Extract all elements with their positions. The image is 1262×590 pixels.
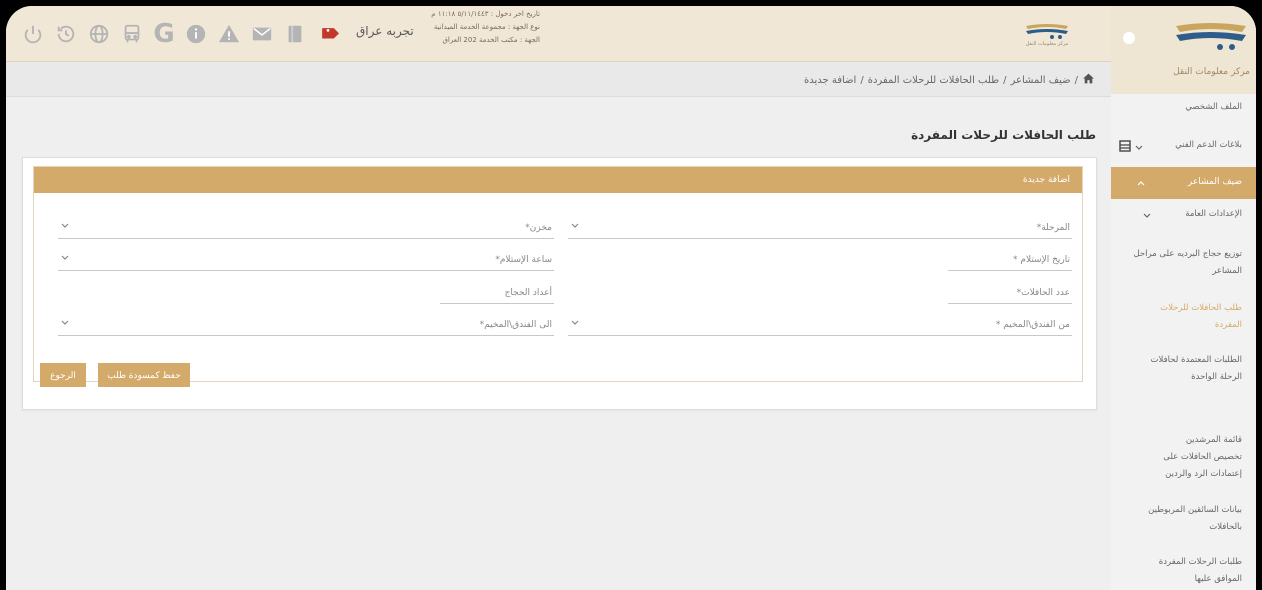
globe-icon[interactable] [84, 20, 114, 48]
sidebar-item-support[interactable]: بلاغات الدعم الفني [1175, 137, 1242, 154]
chevron-down-icon[interactable] [1142, 211, 1152, 221]
receive-date-input[interactable]: تاريخ الإستلام * [948, 251, 1072, 271]
stage-select[interactable]: المرحلة* [568, 219, 1072, 239]
sidebar-item-approved-trips[interactable]: طلبات الرحلات المفردة الموافق عليها [1132, 554, 1242, 588]
home-icon[interactable] [1082, 72, 1095, 88]
bus-icon[interactable] [117, 20, 147, 48]
breadcrumb-sep: / [860, 74, 864, 86]
form-panel: اضافة جديدة المرحلة* مخزن* تاريخ الإستلا… [33, 166, 1083, 387]
sidebar-item-mashaer-guest[interactable]: ضيف المشاعر [1111, 167, 1256, 199]
google-icon[interactable]: G [150, 19, 178, 49]
header-logo-caption: مركز معلومات النقل [1025, 41, 1069, 47]
bus-count-label: عدد الحافلات* [1016, 288, 1070, 298]
receive-date-label: تاريخ الإستلام * [1013, 255, 1070, 265]
history-icon[interactable] [51, 20, 81, 48]
sidebar-item-bus-allocation[interactable]: تخصيص الحافلات على إعتمادات الرد والردين [1132, 449, 1242, 483]
chevron-down-icon[interactable] [1134, 143, 1144, 153]
list-icon[interactable] [1119, 140, 1131, 152]
breadcrumb-sep: / [1074, 74, 1078, 86]
from-hotel-label: من الفندق\المخيم * [995, 320, 1070, 330]
pilgrims-count-input[interactable]: أعداد الحجاج [440, 284, 554, 304]
sidebar-item-label: ضيف المشاعر [1187, 177, 1242, 187]
sidebar-item-bus-requests[interactable]: طلب الحافلات للرحلات المفردة [1132, 300, 1242, 334]
breadcrumb-item[interactable]: ضيف المشاعر [1011, 75, 1071, 86]
warning-icon[interactable] [214, 20, 244, 48]
logo-icon [1176, 23, 1246, 50]
pilgrims-count-label: أعداد الحجاج [504, 288, 552, 298]
header-logo: مركز معلومات النقل [1022, 22, 1072, 50]
mail-icon[interactable] [247, 20, 277, 48]
form-section-title: اضافة جديدة [34, 167, 1082, 193]
last-login: تاريخ اخر دخول : ٥/١١/١٤٤٣ ١١:١٨ م [431, 10, 540, 18]
sidebar-item-distribution[interactable]: توزيع حجاج البرديه على مراحل المشاعر [1130, 246, 1242, 280]
chevron-down-icon [61, 223, 69, 228]
chevron-down-icon [571, 320, 579, 325]
bus-count-input[interactable]: عدد الحافلات* [948, 284, 1072, 304]
breadcrumb-item[interactable]: طلب الحافلات للرحلات المفردة [868, 75, 999, 86]
warehouse-select[interactable]: مخزن* [58, 219, 554, 239]
entity-name: الجهة : مكتب الخدمة 202 العراق [442, 36, 540, 44]
sidebar-item-profile[interactable]: الملف الشخصي [1185, 99, 1242, 116]
sidebar: مركز معلومات النقل الملف الشخصي بلاغات ا… [1111, 6, 1256, 590]
info-icon[interactable] [181, 20, 211, 48]
stage-label: المرحلة* [1036, 223, 1070, 233]
header-icons: G [18, 19, 346, 49]
sidebar-logo: مركز معلومات النقل [1111, 6, 1256, 94]
chevron-down-icon [571, 223, 579, 228]
power-icon[interactable] [18, 20, 48, 48]
to-hotel-select[interactable]: الى الفندق\المخيم* [58, 316, 554, 336]
breadcrumb-item: اضافة جديدة [803, 74, 857, 86]
chevron-down-icon [61, 255, 69, 260]
entity-type: نوع الجهة : مجموعة الخدمة الميدانية [433, 23, 540, 31]
book-icon[interactable] [280, 20, 310, 48]
sidebar-item-approved-requests[interactable]: الطلبات المعتمدة لحافلات الرحلة الواحدة [1130, 352, 1242, 386]
back-button[interactable]: الرجوع [40, 363, 86, 387]
warehouse-label: مخزن* [525, 223, 552, 233]
sidebar-logo-caption: مركز معلومات النقل [1173, 67, 1250, 77]
app-window: G تجربه عراق تاريخ اخر دخول : ٥/١١/١٤٤٣ … [6, 6, 1256, 590]
top-header: G تجربه عراق تاريخ اخر دخول : ٥/١١/١٤٤٣ … [6, 6, 1111, 62]
form-card: اضافة جديدة المرحلة* مخزن* تاريخ الإستلا… [22, 157, 1097, 410]
to-hotel-label: الى الفندق\المخيم* [479, 320, 552, 330]
chevron-up-icon [1137, 181, 1145, 186]
chevron-down-icon [61, 320, 69, 325]
breadcrumb-bar: / ضيف المشاعر / طلب الحافلات للرحلات الم… [6, 62, 1111, 97]
save-draft-button[interactable]: حفظ كمسودة طلب [98, 363, 190, 387]
from-hotel-select[interactable]: من الفندق\المخيم * [568, 316, 1072, 336]
sidebar-toggle[interactable] [1123, 32, 1135, 44]
sidebar-item-general-settings[interactable]: الإعدادات العامة [1185, 206, 1242, 223]
breadcrumb: / ضيف المشاعر / طلب الحافلات للرحلات الم… [804, 72, 1095, 88]
breadcrumb-sep: / [1003, 74, 1007, 86]
receive-time-label: ساعة الإستلام* [495, 255, 552, 265]
login-info: تاريخ اخر دخول : ٥/١١/١٤٤٣ ١١:١٨ م نوع ا… [405, 8, 540, 47]
sidebar-item-guides-list[interactable]: قائمة المرشدين [1186, 432, 1242, 449]
page-title: طلب الحافلات للرحلات المفردة [911, 128, 1096, 142]
tag-icon[interactable] [313, 20, 343, 48]
sidebar-item-drivers[interactable]: بيانات السائقين المربوطين بالحافلات [1132, 502, 1242, 536]
receive-time-select[interactable]: ساعة الإستلام* [58, 251, 554, 271]
